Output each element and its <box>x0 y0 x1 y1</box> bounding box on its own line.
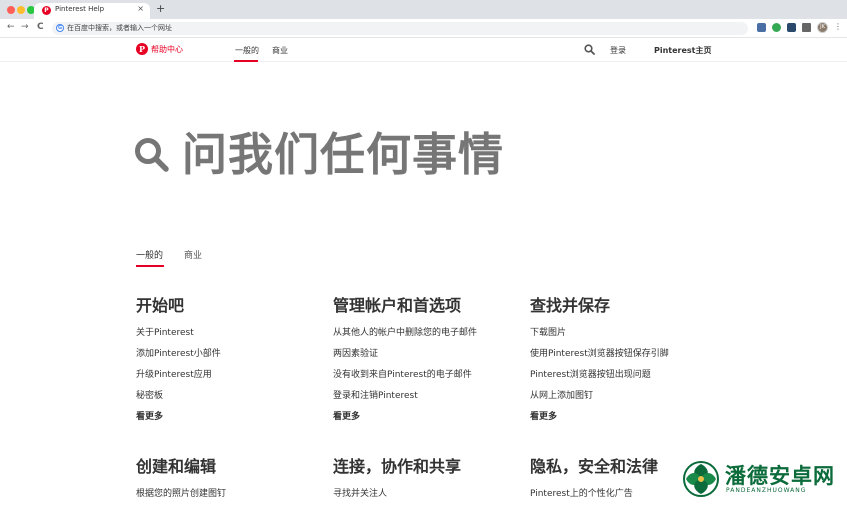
brand-link[interactable]: P 帮助中心 <box>136 43 183 55</box>
extension-icon[interactable] <box>772 23 781 32</box>
login-link[interactable]: 登录 <box>610 45 626 56</box>
tab-active-indicator <box>136 265 164 267</box>
topic-account-preferences: 管理帐户和首选项 从其他人的帐户中删除您的电子邮件 两因素验证 没有收到来自Pi… <box>333 295 513 423</box>
nav-general[interactable]: 一般的 <box>235 45 259 56</box>
new-tab-button[interactable]: + <box>156 3 165 15</box>
topic-link[interactable]: 两因素验证 <box>333 348 513 369</box>
watermark-subtitle: PANDEANZHUOWANG <box>726 487 807 494</box>
browser-tab-strip: P Pinterest Help × + <box>0 0 847 19</box>
topic-link[interactable]: 寻找并关注人 <box>333 488 513 509</box>
topic-link[interactable]: 根据您的照片创建图钉 <box>136 488 316 509</box>
search-icon[interactable] <box>584 44 595 55</box>
tab-title: Pinterest Help <box>55 5 105 13</box>
back-arrow-icon[interactable]: ← <box>7 22 15 32</box>
help-search-prompt[interactable]: 问我们任何事情 <box>182 127 504 183</box>
pinterest-logo-icon: P <box>136 43 148 55</box>
topic-title: 管理帐户和首选项 <box>333 296 462 315</box>
extension-icon[interactable] <box>757 23 766 32</box>
extension-icon[interactable] <box>787 23 796 32</box>
reload-icon[interactable]: C <box>37 22 44 32</box>
topic-link[interactable]: 升级Pinterest应用 <box>136 369 316 390</box>
topic-link[interactable]: 登录和注销Pinterest <box>333 390 513 411</box>
brand-label: 帮助中心 <box>151 44 183 54</box>
see-more-link[interactable]: 看更多 <box>136 411 316 423</box>
search-engine-icon: G <box>56 24 64 32</box>
topic-title: 查找并保存 <box>530 296 611 315</box>
nav-active-indicator <box>234 60 258 62</box>
see-more-link[interactable]: 看更多 <box>530 411 710 423</box>
topic-link[interactable]: 下载图片 <box>530 327 710 348</box>
address-placeholder: 在百度中搜索，或者输入一个网址 <box>67 24 172 32</box>
profile-avatar[interactable]: JK <box>817 22 828 33</box>
topic-title: 开始吧 <box>136 296 185 315</box>
topic-link[interactable]: 添加Pinterest小部件 <box>136 348 316 369</box>
browser-menu-icon[interactable]: ⋮ <box>834 22 842 32</box>
topic-title: 连接，协作和共享 <box>333 457 462 476</box>
close-window-button[interactable] <box>7 6 15 14</box>
watermark-name: 潘德安卓网 <box>725 464 835 488</box>
see-more-link[interactable]: 看更多 <box>333 411 513 423</box>
topic-link[interactable]: 从其他人的帐户中删除您的电子邮件 <box>333 327 513 348</box>
minimize-window-button[interactable] <box>17 6 25 14</box>
topic-create-edit: 创建和编辑 根据您的照片创建图钉 <box>136 456 316 509</box>
topic-link[interactable]: Pinterest浏览器按钮出现问题 <box>530 369 710 390</box>
nav-business[interactable]: 商业 <box>272 45 288 56</box>
topic-link[interactable]: 秘密板 <box>136 390 316 411</box>
tab-business[interactable]: 商业 <box>184 248 202 261</box>
watermark-logo-icon <box>683 461 719 497</box>
search-icon[interactable] <box>134 137 170 173</box>
browser-tab[interactable]: P Pinterest Help × <box>34 3 150 19</box>
pinterest-favicon-icon: P <box>42 6 51 15</box>
tab-general[interactable]: 一般的 <box>136 248 163 261</box>
site-header: P 帮助中心 一般的 商业 <box>0 38 847 62</box>
address-bar[interactable]: G 在百度中搜索，或者输入一个网址 <box>52 22 748 35</box>
tab-close-icon[interactable]: × <box>137 4 144 13</box>
topic-link[interactable]: 使用Pinterest浏览器按钮保存引脚 <box>530 348 710 369</box>
topic-link[interactable]: 从网上添加图钉 <box>530 390 710 411</box>
topic-getting-started: 开始吧 关于Pinterest 添加Pinterest小部件 升级Pintere… <box>136 295 316 423</box>
forward-arrow-icon[interactable]: → <box>21 22 29 32</box>
browser-toolbar: ← → C G 在百度中搜索，或者输入一个网址 JK ⋮ <box>0 19 847 38</box>
site-watermark: 潘德安卓网 PANDEANZHUOWANG <box>678 458 846 500</box>
puzzle-extensions-icon[interactable] <box>802 23 811 32</box>
pinterest-home-link[interactable]: Pinterest主页 <box>654 45 712 56</box>
topic-link[interactable]: 关于Pinterest <box>136 327 316 348</box>
topic-link[interactable]: 没有收到来自Pinterest的电子邮件 <box>333 369 513 390</box>
topic-connect-share: 连接，协作和共享 寻找并关注人 <box>333 456 513 509</box>
topic-find-save: 查找并保存 下载图片 使用Pinterest浏览器按钮保存引脚 Pinteres… <box>530 295 710 423</box>
topic-title: 创建和编辑 <box>136 457 217 476</box>
